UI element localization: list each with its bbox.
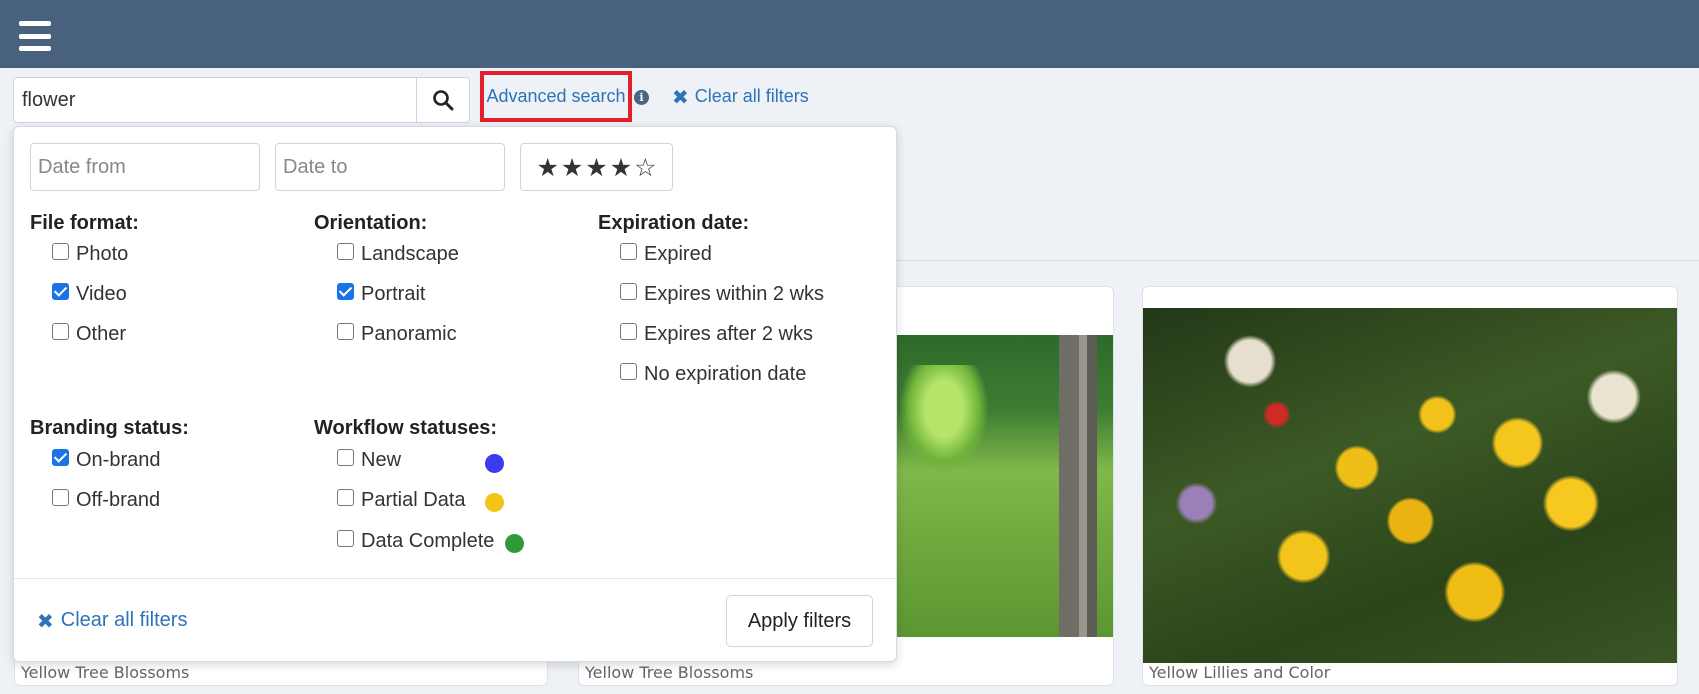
checkbox-new[interactable]: New — [337, 449, 401, 472]
result-caption: Yellow Tree Blossoms — [21, 663, 190, 682]
checkbox-label: Expires within 2 wks — [644, 283, 825, 305]
divider — [896, 260, 1699, 261]
expiration-date-title: Expiration date: — [598, 212, 750, 234]
checkbox[interactable] — [337, 489, 354, 506]
top-bar — [0, 0, 1699, 68]
checkbox-panoramic[interactable]: Panoramic — [337, 323, 457, 346]
checkbox[interactable] — [52, 243, 69, 260]
checkbox-label: Video — [76, 283, 127, 305]
orientation-title: Orientation: — [314, 212, 428, 234]
date-to-input[interactable] — [275, 143, 505, 191]
checkbox[interactable] — [52, 323, 69, 340]
checkbox-no-expiration-date[interactable]: No expiration date — [620, 363, 806, 386]
checkbox-on-brand[interactable]: On-brand — [52, 449, 161, 472]
result-thumbnail — [1143, 308, 1677, 663]
checkbox-photo[interactable]: Photo — [52, 243, 128, 266]
checkbox-expired[interactable]: Expired — [620, 243, 712, 266]
checkbox-off-brand[interactable]: Off-brand — [52, 489, 160, 512]
checkbox[interactable] — [337, 243, 354, 260]
clear-all-filters-button[interactable]: ✖ Clear all filters — [37, 609, 187, 632]
checkbox-label: Panoramic — [361, 323, 457, 345]
star-filled-icon[interactable]: ★ — [610, 155, 632, 180]
result-caption: Yellow Lillies and Color — [1149, 663, 1331, 682]
checkbox-data-complete[interactable]: Data Complete — [337, 530, 494, 553]
status-dot-partial-data — [485, 493, 504, 512]
checkbox-label: Photo — [76, 243, 129, 265]
hamburger-menu-icon[interactable] — [19, 21, 51, 51]
checkbox[interactable] — [337, 530, 354, 547]
checkbox-label: Data Complete — [361, 530, 495, 552]
star-filled-icon[interactable]: ★ — [561, 155, 583, 180]
star-filled-icon[interactable]: ★ — [536, 155, 558, 180]
checkbox[interactable] — [620, 243, 637, 260]
checkbox-label: Landscape — [361, 243, 459, 265]
checkbox-portrait[interactable]: Portrait — [337, 283, 425, 306]
advanced-search-panel: ★★★★☆ File format: Photo Video Other Ori… — [13, 126, 897, 662]
close-icon: ✖ — [37, 608, 54, 633]
status-dot-data-complete — [505, 534, 524, 553]
checkbox-label: Expired — [644, 243, 712, 265]
info-icon[interactable]: i — [634, 90, 649, 105]
checkbox-video[interactable]: Video — [52, 283, 127, 306]
checkbox[interactable] — [620, 363, 637, 380]
rating-filter: ★ ★ ★ ★ ☆ — [520, 143, 673, 191]
status-dot-new — [485, 454, 504, 473]
search-icon — [433, 90, 454, 111]
checkbox-label: Other — [76, 323, 127, 345]
checkbox[interactable] — [52, 283, 69, 300]
workflow-statuses-title: Workflow statuses: — [314, 417, 497, 439]
file-format-title: File format: — [30, 212, 139, 234]
search-button[interactable] — [416, 78, 469, 122]
close-icon: ✖ — [672, 84, 689, 109]
result-caption: Yellow Tree Blossoms — [585, 663, 754, 682]
checkbox-label: New — [361, 449, 402, 471]
star-empty-icon[interactable]: ☆ — [634, 155, 656, 180]
panel-divider — [14, 578, 896, 579]
search-input[interactable] — [14, 78, 416, 122]
checkbox-label: Partial Data — [361, 489, 466, 511]
clear-all-filters-label: Clear all filters — [60, 609, 188, 631]
branding-status-title: Branding status: — [30, 417, 189, 439]
apply-filters-button[interactable]: Apply filters — [726, 595, 873, 647]
advanced-search-link[interactable]: Advanced search — [480, 71, 632, 122]
date-from-input[interactable] — [30, 143, 260, 191]
checkbox[interactable] — [620, 283, 637, 300]
clear-all-filters-link[interactable]: ✖ Clear all filters — [672, 86, 809, 107]
checkbox-label: Portrait — [361, 283, 426, 305]
result-card[interactable]: Yellow Lillies and Color — [1142, 286, 1678, 686]
search-box — [13, 77, 470, 123]
checkbox[interactable] — [337, 283, 354, 300]
checkbox-expires-after-2-wks[interactable]: Expires after 2 wks — [620, 323, 813, 346]
checkbox[interactable] — [337, 449, 354, 466]
checkbox[interactable] — [52, 489, 69, 506]
star-filled-icon[interactable]: ★ — [585, 155, 607, 180]
checkbox-label: No expiration date — [644, 363, 807, 385]
checkbox-label: Off-brand — [76, 489, 161, 511]
checkbox-partial-data[interactable]: Partial Data — [337, 489, 466, 512]
checkbox-expires-within-2-wks[interactable]: Expires within 2 wks — [620, 283, 824, 306]
checkbox-landscape[interactable]: Landscape — [337, 243, 459, 266]
checkbox-label: Expires after 2 wks — [644, 323, 813, 345]
clear-all-filters-label: Clear all filters — [694, 86, 809, 106]
checkbox-label: On-brand — [76, 449, 161, 471]
checkbox[interactable] — [620, 323, 637, 340]
checkbox[interactable] — [337, 323, 354, 340]
checkbox-other[interactable]: Other — [52, 323, 126, 346]
checkbox[interactable] — [52, 449, 69, 466]
